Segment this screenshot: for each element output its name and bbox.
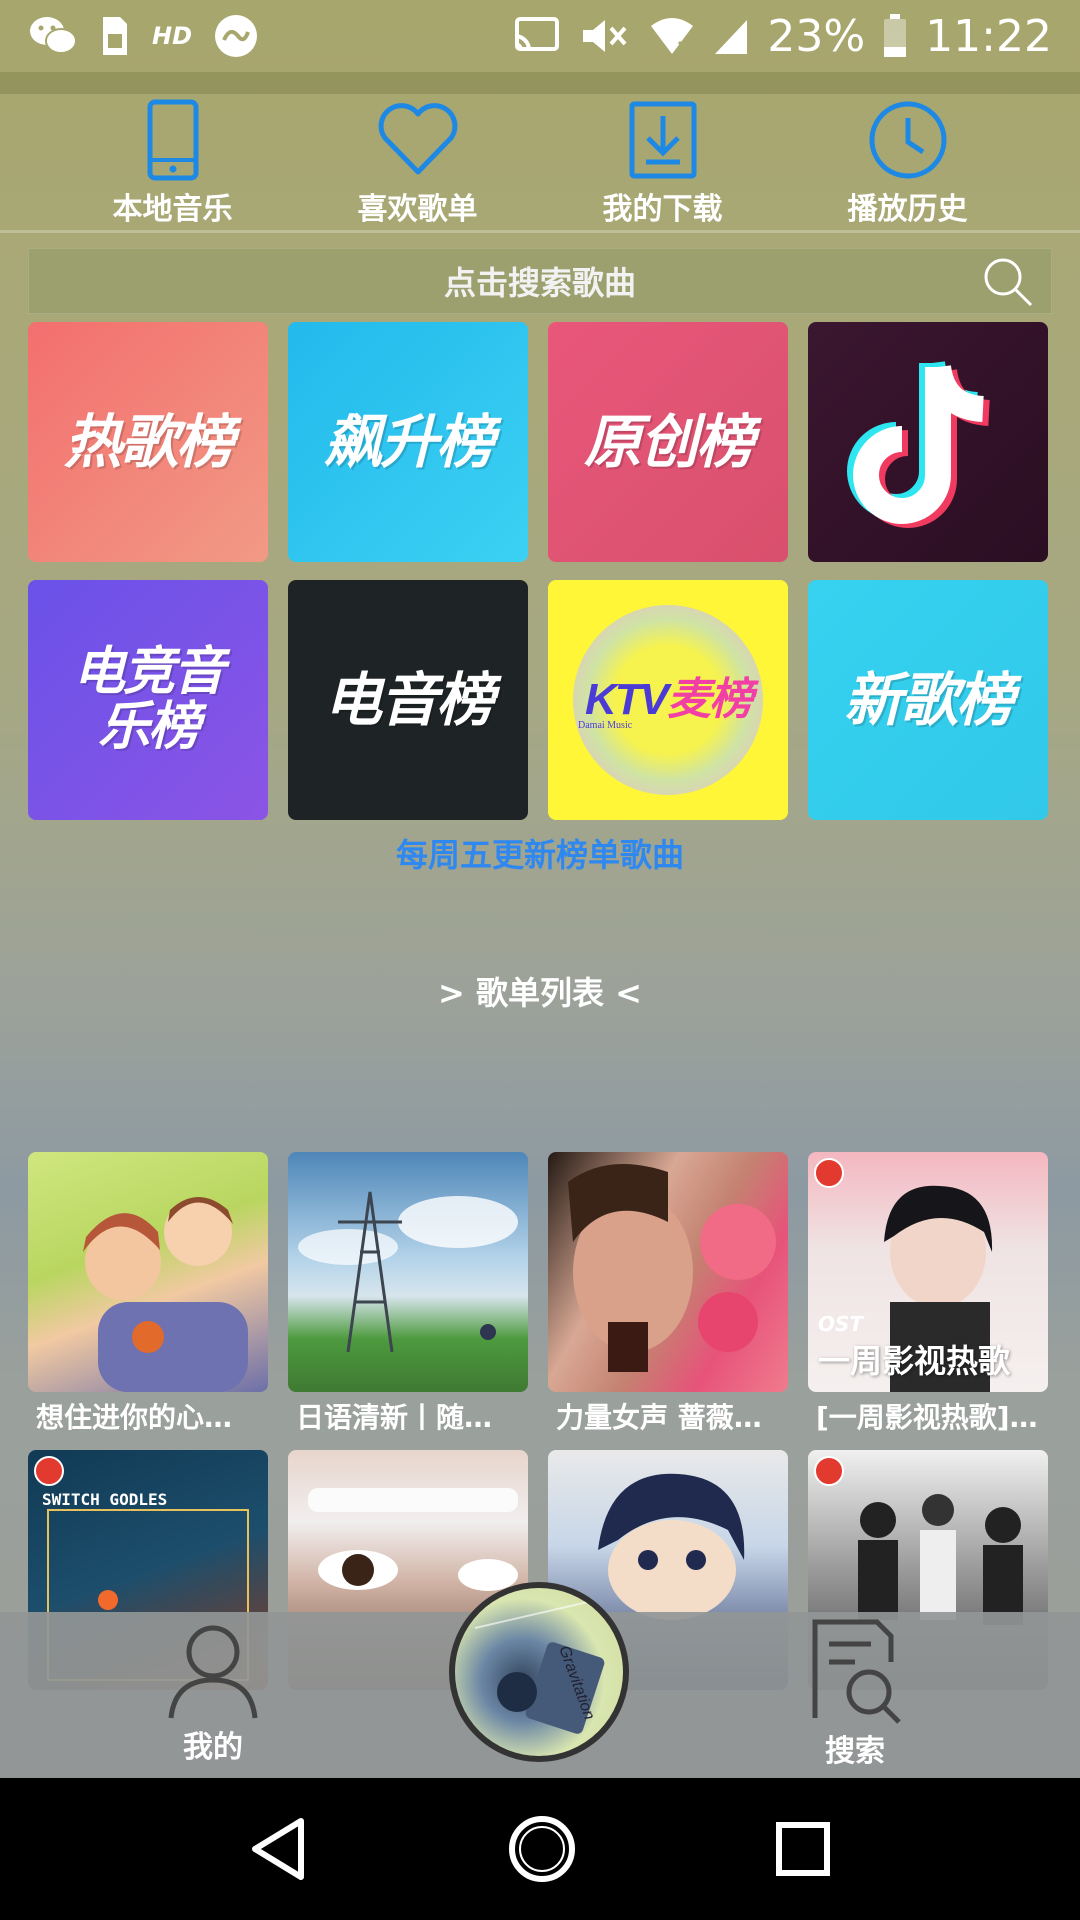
hd-label: HD xyxy=(152,22,193,50)
playlist-cover xyxy=(28,1152,268,1392)
ktv-label: KTV xyxy=(585,674,669,724)
tablet-icon xyxy=(147,99,198,181)
chart-tile-ktv[interactable]: KTV麦榜 Damai Music xyxy=(548,580,788,820)
search-placeholder: 点击搜索歌曲 xyxy=(443,264,636,302)
chart-tile-esports[interactable]: 电竞音乐榜 xyxy=(28,580,268,820)
mute-icon xyxy=(579,16,631,56)
chart-tile-original[interactable]: 原创榜 xyxy=(548,322,788,562)
download-icon xyxy=(629,101,696,179)
cast-icon xyxy=(511,16,561,56)
scrolled-content-edge xyxy=(0,72,1080,94)
heart-icon xyxy=(378,103,457,175)
system-navigation-bar xyxy=(0,1778,1080,1920)
battery-percent: 23% xyxy=(767,10,866,62)
search-icon[interactable] xyxy=(981,255,1035,313)
playlist-section-title: > 歌单列表 < xyxy=(438,974,642,1012)
clock-icon xyxy=(869,101,946,179)
weekly-update-note: 每周五更新榜单歌曲 xyxy=(395,836,684,874)
chart-tile-hot-songs[interactable]: 热歌榜 xyxy=(28,322,268,562)
playlist-cover: OST 一周影视热歌 xyxy=(808,1152,1048,1392)
now-playing-disc[interactable]: Gravitation xyxy=(449,1582,629,1762)
playlist-name: 想住进你的心… xyxy=(36,1401,233,1434)
chart-tile-new-songs[interactable]: 新歌榜 xyxy=(808,580,1048,820)
play-history-button[interactable]: 播放历史 xyxy=(823,98,993,230)
ost-cover-label: OST 一周影视热歌 xyxy=(818,1312,1010,1382)
recent-apps-icon[interactable] xyxy=(775,1821,831,1877)
chart-title: 新歌榜 xyxy=(843,665,1014,734)
search-document-icon xyxy=(812,1619,901,1724)
playlist-cover xyxy=(548,1152,788,1392)
chart-title: 电音榜 xyxy=(323,665,494,734)
home-icon[interactable] xyxy=(507,1814,577,1884)
app-notification-icon xyxy=(214,14,258,58)
ost-big-label: 一周影视热歌 xyxy=(818,1342,1011,1380)
chart-grid: 热歌榜 飙升榜 原创榜 电竞音乐榜 电音榜 KTV麦榜 Damai Music … xyxy=(28,322,1052,820)
chart-title: 飙升榜 xyxy=(323,407,494,476)
status-bar: HD 23% 11:22 xyxy=(0,0,1080,72)
chart-tile-tiktok[interactable] xyxy=(808,322,1048,562)
my-downloads-button[interactable]: 我的下载 xyxy=(578,98,748,230)
tiktok-icon xyxy=(847,360,991,528)
local-music-label: 本地音乐 xyxy=(112,192,233,227)
liked-playlist-button[interactable]: 喜欢歌单 xyxy=(333,98,503,230)
playlist-card[interactable]: OST 一周影视热歌 [一周影视热歌]… xyxy=(808,1152,1048,1436)
chart-title: 热歌榜 xyxy=(63,407,234,476)
search-bar[interactable]: 点击搜索歌曲 xyxy=(28,248,1052,314)
playlist-name: [一周影视热歌]… xyxy=(816,1401,1038,1434)
playlist-card[interactable]: 想住进你的心… xyxy=(28,1152,268,1436)
playlist-name: 力量女声 蔷薇… xyxy=(556,1401,762,1434)
tab-me-label: 我的 xyxy=(183,1730,243,1765)
ost-small-label: OST xyxy=(818,1312,864,1336)
user-icon xyxy=(168,1625,258,1719)
playlist-cover xyxy=(288,1152,528,1392)
playlist-card[interactable]: 力量女声 蔷薇… xyxy=(548,1152,788,1436)
battery-icon xyxy=(883,14,907,58)
tab-search[interactable]: 搜索 xyxy=(805,1618,905,1770)
signal-icon xyxy=(713,16,749,56)
clock-time: 11:22 xyxy=(925,10,1052,62)
back-icon[interactable] xyxy=(249,1817,309,1881)
liked-playlist-label: 喜欢歌单 xyxy=(357,192,478,227)
mai-label: 麦榜 xyxy=(667,673,753,725)
wifi-icon xyxy=(649,16,695,56)
sim-card-icon xyxy=(100,14,130,58)
wechat-icon xyxy=(28,14,78,58)
playlist-name: 日语清新丨随… xyxy=(296,1401,493,1434)
chart-title: 原创榜 xyxy=(583,407,754,476)
tab-search-label: 搜索 xyxy=(825,1734,885,1769)
quick-nav: 本地音乐 喜欢歌单 我的下载 播放历史 xyxy=(0,98,1080,233)
chart-tile-edm[interactable]: 电音榜 xyxy=(288,580,528,820)
play-history-label: 播放历史 xyxy=(847,192,968,227)
playlist-card[interactable]: 日语清新丨随… xyxy=(288,1152,528,1436)
my-downloads-label: 我的下载 xyxy=(602,192,723,227)
chart-title: 电竞音乐榜 xyxy=(72,641,225,757)
ktv-sub-label: Damai Music xyxy=(578,720,633,731)
local-music-button[interactable]: 本地音乐 xyxy=(88,98,258,230)
chart-tile-rising[interactable]: 飙升榜 xyxy=(288,322,528,562)
tab-me[interactable]: 我的 xyxy=(165,1622,261,1766)
chart-title: KTV麦榜 xyxy=(585,673,753,725)
album-art: Gravitation xyxy=(474,1596,616,1734)
